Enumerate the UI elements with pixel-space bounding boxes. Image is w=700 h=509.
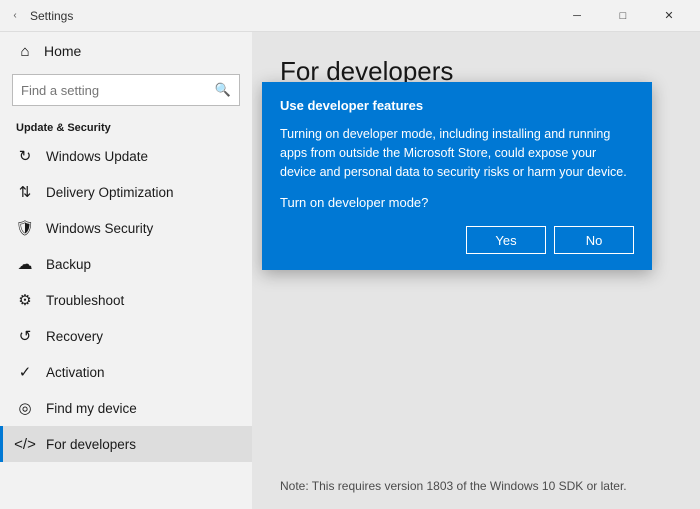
minimize-button[interactable]: ─: [554, 0, 600, 32]
sidebar-item-activation[interactable]: ✓ Activation: [0, 354, 252, 390]
sidebar-home[interactable]: ⌂ Home: [0, 32, 252, 70]
sidebar-item-label: Activation: [46, 365, 105, 380]
windows-security-icon: 🛡: [16, 219, 34, 237]
sidebar-item-label: Recovery: [46, 329, 103, 344]
sidebar-item-label: Find my device: [46, 401, 137, 416]
maximize-button[interactable]: □: [600, 0, 646, 32]
dialog-body: Turning on developer mode, including ins…: [280, 125, 634, 181]
dialog-box: Use developer features Turning on develo…: [262, 82, 652, 270]
sidebar-item-windows-update[interactable]: ↻ Windows Update: [0, 138, 252, 174]
backup-icon: ☁: [16, 255, 34, 273]
main-container: ⌂ Home 🔍 Update & Security ↻ Windows Upd…: [0, 32, 700, 509]
content-area: For developers These settings are intend…: [252, 32, 700, 509]
dialog-question: Turn on developer mode?: [280, 195, 634, 210]
sidebar-item-label: For developers: [46, 437, 136, 452]
search-icon: 🔍: [215, 82, 231, 98]
sidebar-item-label: Windows Security: [46, 221, 153, 236]
sidebar-item-backup[interactable]: ☁ Backup: [0, 246, 252, 282]
sidebar-item-label: Delivery Optimization: [46, 185, 174, 200]
yes-button[interactable]: Yes: [466, 226, 546, 254]
search-box[interactable]: 🔍: [12, 74, 240, 106]
no-button[interactable]: No: [554, 226, 634, 254]
sidebar: ⌂ Home 🔍 Update & Security ↻ Windows Upd…: [0, 32, 252, 509]
for-developers-icon: </>: [16, 435, 34, 453]
home-icon: ⌂: [16, 42, 34, 60]
title-bar-title: Settings: [30, 9, 73, 23]
sidebar-item-label: Troubleshoot: [46, 293, 124, 308]
activation-icon: ✓: [16, 363, 34, 381]
close-button[interactable]: ✕: [646, 0, 692, 32]
home-label: Home: [44, 43, 81, 59]
window-controls: ─ □ ✕: [554, 0, 692, 32]
dialog-overlay: Use developer features Turning on develo…: [252, 32, 700, 509]
sidebar-item-recovery[interactable]: ↺ Recovery: [0, 318, 252, 354]
find-my-device-icon: ◎: [16, 399, 34, 417]
sidebar-item-find-my-device[interactable]: ◎ Find my device: [0, 390, 252, 426]
search-input[interactable]: [21, 83, 215, 98]
windows-update-icon: ↻: [16, 147, 34, 165]
sidebar-item-delivery-optimization[interactable]: ⇅ Delivery Optimization: [0, 174, 252, 210]
sidebar-item-label: Windows Update: [46, 149, 148, 164]
sidebar-item-for-developers[interactable]: </> For developers: [0, 426, 252, 462]
sidebar-item-troubleshoot[interactable]: ⚙ Troubleshoot: [0, 282, 252, 318]
sidebar-item-windows-security[interactable]: 🛡 Windows Security: [0, 210, 252, 246]
troubleshoot-icon: ⚙: [16, 291, 34, 309]
delivery-optimization-icon: ⇅: [16, 183, 34, 201]
sidebar-item-label: Backup: [46, 257, 91, 272]
title-bar-controls: ‹: [8, 9, 22, 23]
back-button[interactable]: ‹: [8, 9, 22, 23]
dialog-buttons: Yes No: [280, 226, 634, 254]
recovery-icon: ↺: [16, 327, 34, 345]
title-bar: ‹ Settings ─ □ ✕: [0, 0, 700, 32]
sidebar-section-title: Update & Security: [0, 114, 252, 138]
dialog-title: Use developer features: [280, 98, 634, 113]
